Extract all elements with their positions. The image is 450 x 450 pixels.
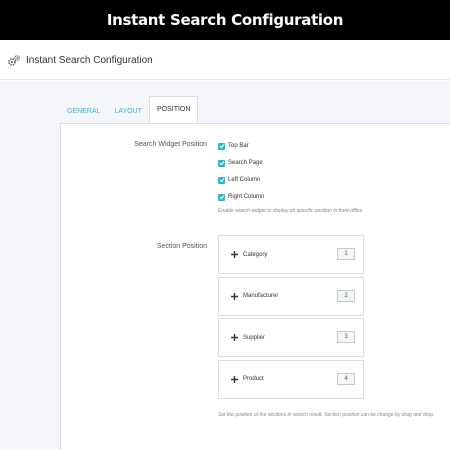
checkbox-right-column[interactable]: Right Column [218, 192, 264, 202]
move-icon[interactable] [231, 251, 238, 258]
section-position-list: Category 1 Manufacturer 2 Supplier 3 Pro… [218, 235, 364, 401]
checkbox-top-bar[interactable]: Top Bar [218, 141, 249, 151]
section-position-help-text: Set the position of the sections in sear… [218, 412, 435, 418]
section-item-supplier[interactable]: Supplier 3 [218, 318, 364, 357]
search-widget-help-text: Enable search widget to display on speci… [218, 208, 364, 214]
section-name: Category [243, 251, 268, 258]
banner-title: Instant Search Configuration [106, 11, 344, 29]
move-icon[interactable] [231, 334, 238, 341]
tab-general[interactable]: GENERAL [60, 100, 107, 124]
tab-layout[interactable]: LAYOUT [107, 100, 149, 124]
checkbox-left-column[interactable]: Left Column [218, 175, 260, 185]
top-banner: Instant Search Configuration [0, 0, 450, 40]
checkbox-checked-icon[interactable] [218, 193, 225, 201]
panel-title: Instant Search Configuration [26, 55, 153, 66]
section-name: Manufacturer [243, 293, 279, 299]
checkbox-label: Search Page [228, 160, 263, 166]
checkbox-checked-icon[interactable] [218, 159, 225, 167]
tab-bar: GENERAL LAYOUT POSITION [60, 96, 199, 124]
section-item-category[interactable]: Category 1 [218, 235, 364, 274]
gears-icon [7, 54, 21, 68]
checkbox-checked-icon[interactable] [218, 176, 225, 184]
section-item-product[interactable]: Product 4 [218, 359, 364, 399]
checkbox-checked-icon[interactable] [218, 142, 225, 150]
position-number: 4 [337, 372, 355, 385]
checkbox-label: Left Column [228, 177, 261, 183]
checkbox-label: Right Column [228, 194, 265, 200]
tab-position[interactable]: POSITION [148, 96, 199, 124]
checkbox-search-page[interactable]: Search Page [218, 158, 263, 168]
panel-header: Instant Search Configuration [0, 42, 450, 80]
move-icon[interactable] [231, 292, 238, 300]
section-position-label: Section Position [156, 243, 207, 250]
position-number: 3 [337, 331, 355, 343]
search-widget-position-label: Search Widget Position [134, 141, 207, 148]
move-icon[interactable] [231, 375, 238, 383]
section-name: Product [243, 376, 264, 382]
section-name: Supplier [243, 334, 266, 341]
position-number: 1 [337, 248, 355, 260]
checkbox-label: Top Bar [228, 143, 249, 149]
position-number: 2 [337, 289, 355, 302]
section-item-manufacturer[interactable]: Manufacturer 2 [218, 276, 364, 316]
